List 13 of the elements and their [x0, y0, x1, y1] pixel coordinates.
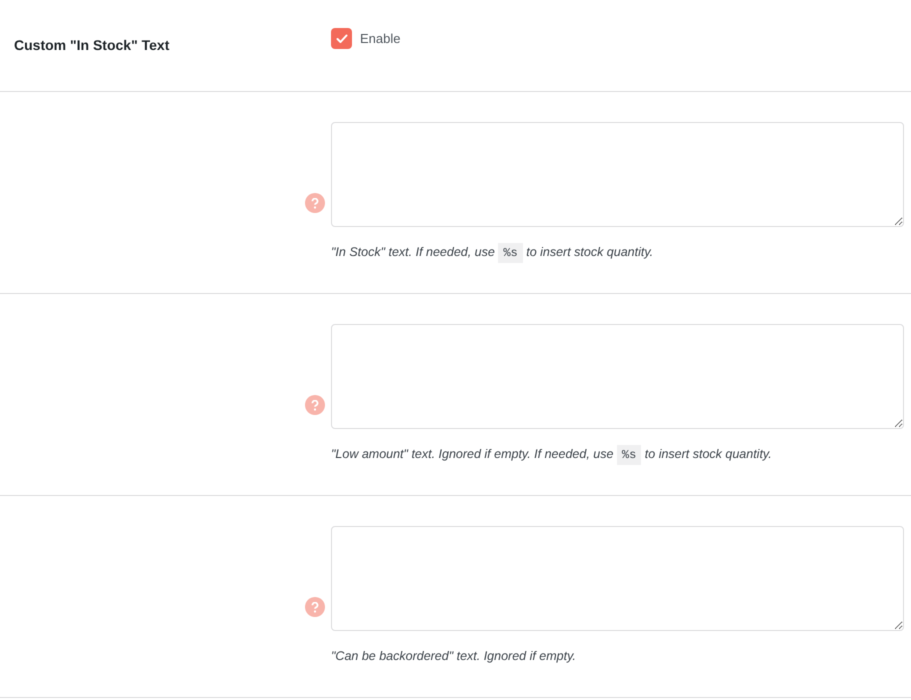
checkmark-icon — [336, 34, 348, 44]
help-icon[interactable] — [305, 193, 325, 213]
field-description: "Low amount" text. Ignored if empty. If needed, use %s to insert stock quantity. — [331, 443, 904, 466]
help-icon[interactable] — [305, 597, 325, 617]
field-description: "Can be backordered" text. Ignored if empty. — [331, 648, 577, 665]
text-area[interactable] — [331, 122, 904, 227]
text-area[interactable] — [331, 324, 904, 429]
setting-label: Custom "In Stock" Text — [14, 37, 170, 53]
checkbox[interactable] — [331, 28, 352, 49]
text-area[interactable] — [331, 526, 904, 631]
checkbox-label[interactable]: Enable — [360, 28, 400, 49]
help-icon[interactable] — [305, 395, 325, 415]
field-description: "In Stock" text. If needed, use %s to insert stock quantity. — [331, 241, 904, 264]
